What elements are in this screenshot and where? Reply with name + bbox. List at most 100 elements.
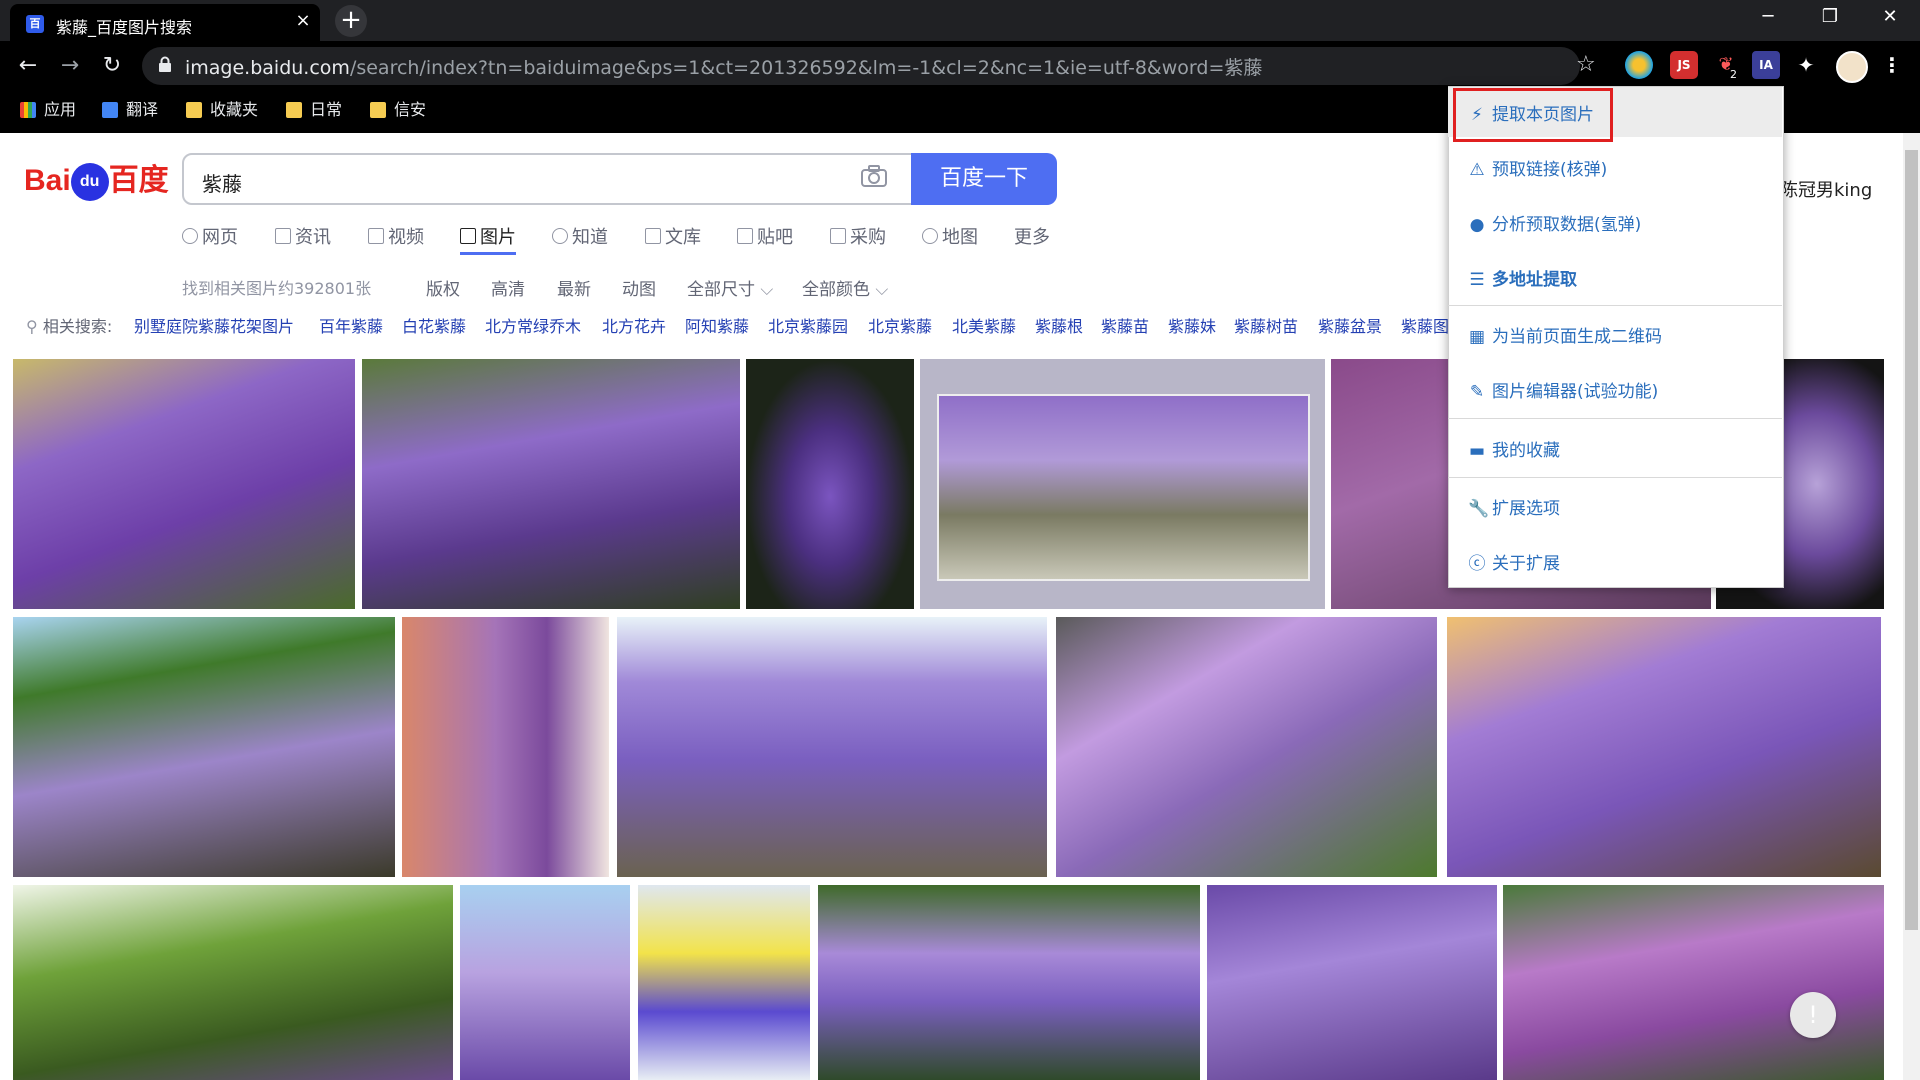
paw-icon: du: [70, 163, 109, 202]
profile-avatar[interactable]: [1836, 51, 1868, 83]
bookmark-folder-daily[interactable]: 日常: [286, 97, 342, 123]
related-link[interactable]: 紫藤树苗: [1234, 313, 1298, 337]
related-link[interactable]: 北美紫藤: [952, 313, 1016, 337]
active-tab-underline: [460, 252, 516, 255]
list-icon: ☰: [1469, 270, 1485, 290]
extensions-puzzle-icon[interactable]: ✦: [1792, 51, 1820, 79]
tab-purchase[interactable]: 采购: [830, 223, 886, 249]
result-image[interactable]: [617, 617, 1047, 877]
forward-button[interactable]: →: [55, 51, 85, 81]
bookmark-folder-security[interactable]: 信安: [370, 97, 426, 123]
related-link[interactable]: 紫藤盆景: [1318, 313, 1382, 337]
tab-web[interactable]: 网页: [182, 223, 238, 249]
result-image[interactable]: [402, 617, 609, 877]
related-link[interactable]: 紫藤根: [1035, 313, 1083, 337]
related-link[interactable]: 别墅庭院紫藤花架图片: [134, 313, 294, 337]
result-image[interactable]: [746, 359, 914, 609]
filter-animated[interactable]: 动图: [622, 275, 656, 300]
scrollbar-thumb[interactable]: [1905, 150, 1918, 930]
new-tab-button[interactable]: +: [335, 5, 367, 37]
reload-button[interactable]: ↻: [97, 51, 127, 81]
menu-item-about[interactable]: ⓒ 关于扩展: [1468, 549, 1561, 574]
result-image[interactable]: [460, 885, 630, 1080]
result-image[interactable]: [1207, 885, 1497, 1080]
filter-copyright[interactable]: 版权: [426, 275, 460, 300]
search-input[interactable]: [182, 153, 914, 205]
result-image[interactable]: [818, 885, 1200, 1080]
menu-item-options[interactable]: 🔧 扩展选项: [1468, 494, 1560, 519]
result-image[interactable]: [920, 359, 1325, 609]
tab-news[interactable]: 资讯: [275, 223, 331, 249]
filter-color-dropdown[interactable]: 全部颜色 ⌵: [802, 275, 888, 300]
related-link[interactable]: 北京紫藤: [868, 313, 932, 337]
search-button[interactable]: 百度一下: [911, 153, 1057, 205]
user-name[interactable]: 陈冠男king: [1780, 176, 1872, 202]
url-text[interactable]: image.baidu.com/search/index?tn=baiduima…: [185, 53, 1262, 80]
result-image[interactable]: [1447, 617, 1881, 877]
bookmark-star-icon[interactable]: ☆: [1576, 52, 1596, 77]
tieba-icon: [737, 228, 753, 244]
bookmark-translate[interactable]: 翻译: [102, 97, 158, 123]
menu-item-multi-address[interactable]: ☰ 多地址提取: [1468, 265, 1577, 290]
related-link[interactable]: 白花紫藤: [402, 313, 466, 337]
filter-latest[interactable]: 最新: [557, 275, 591, 300]
edit-icon: ✎: [1469, 382, 1485, 402]
tab-more[interactable]: 更多: [1014, 223, 1050, 249]
result-image[interactable]: [638, 885, 810, 1080]
tab-tieba[interactable]: 贴吧: [737, 223, 793, 249]
tab-wenku[interactable]: 文库: [645, 223, 701, 249]
filter-size-dropdown[interactable]: 全部尺寸 ⌵: [687, 275, 773, 300]
related-link[interactable]: 北京紫藤园: [768, 313, 848, 337]
minimize-button[interactable]: ─: [1740, 0, 1796, 36]
result-image[interactable]: [13, 617, 395, 877]
feedback-button[interactable]: !: [1790, 992, 1836, 1038]
browser-tab[interactable]: 百 紫藤_百度图片搜索 ×: [10, 4, 320, 41]
menu-kebab-icon[interactable]: ⋮: [1878, 51, 1906, 79]
result-image[interactable]: [362, 359, 740, 609]
related-link[interactable]: 北方常绿乔木: [485, 313, 581, 337]
related-link[interactable]: 紫藤妹: [1168, 313, 1216, 337]
close-window-button[interactable]: ✕: [1862, 0, 1918, 36]
result-image[interactable]: [1503, 885, 1884, 1080]
back-button[interactable]: ←: [13, 51, 43, 81]
bookmark-folder-favorites[interactable]: 收藏夹: [186, 97, 258, 123]
warning-icon: ⚠: [1469, 160, 1485, 180]
tab-images[interactable]: 图片: [460, 223, 516, 249]
menu-item-image-editor[interactable]: ✎ 图片编辑器(试验功能): [1468, 377, 1658, 402]
lightning-icon: ⚡: [1471, 105, 1483, 125]
video-icon: [368, 228, 384, 244]
related-link[interactable]: 北方花卉: [602, 313, 666, 337]
menu-item-qrcode[interactable]: ▦ 为当前页面生成二维码: [1468, 322, 1662, 347]
camera-icon[interactable]: [860, 164, 888, 188]
result-image[interactable]: [1056, 617, 1437, 877]
menu-item-favorites[interactable]: ▬ 我的收藏: [1468, 436, 1560, 461]
menu-divider: [1448, 418, 1782, 419]
baidu-logo[interactable]: Bai du 百度: [24, 155, 169, 202]
tab-video[interactable]: 视频: [368, 223, 424, 249]
folder-icon: [286, 102, 302, 118]
related-link[interactable]: 百年紫藤: [319, 313, 383, 337]
tab-zhidao[interactable]: 知道: [552, 223, 608, 249]
tab-close-icon[interactable]: ×: [292, 10, 314, 32]
menu-item-analyze-prefetch[interactable]: ● 分析预取数据(氢弹): [1468, 210, 1642, 235]
related-link[interactable]: 紫藤苗: [1101, 313, 1149, 337]
map-pin-icon: [922, 228, 938, 244]
baidu-favicon-icon: 百: [26, 15, 44, 33]
menu-item-extract-images[interactable]: ⚡ 提取本页图片: [1468, 100, 1594, 125]
extension-colorful-icon[interactable]: [1625, 51, 1653, 79]
related-link[interactable]: 阿知紫藤: [685, 313, 749, 337]
menu-item-prefetch-links[interactable]: ⚠ 预取链接(核弹): [1468, 155, 1607, 180]
bookmark-apps[interactable]: 应用: [20, 97, 76, 123]
filter-hd[interactable]: 高清: [491, 275, 525, 300]
result-image[interactable]: [13, 885, 453, 1080]
extension-ia-icon[interactable]: IA: [1752, 51, 1780, 79]
lock-icon[interactable]: [158, 56, 174, 74]
pergola-photo: [937, 394, 1310, 581]
extension-js-icon[interactable]: JS: [1670, 51, 1698, 79]
tab-map[interactable]: 地图: [922, 223, 978, 249]
result-image[interactable]: [13, 359, 355, 609]
translate-icon: [102, 102, 118, 118]
restore-button[interactable]: ❐: [1802, 0, 1858, 36]
chevron-down-icon: ⌵: [760, 280, 774, 300]
related-link[interactable]: 紫藤图: [1401, 313, 1449, 337]
